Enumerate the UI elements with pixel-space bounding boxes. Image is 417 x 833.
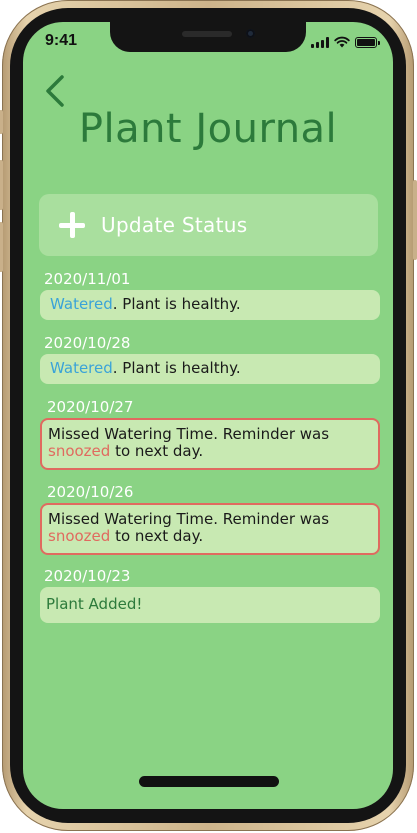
entry-date: 2020/10/26 — [47, 483, 134, 501]
volume-up-button — [0, 160, 3, 210]
entry-text: Missed Watering Time. Reminder was — [48, 425, 330, 443]
journal-entry[interactable]: Watered. Plant is healthy. — [40, 354, 380, 384]
front-camera — [246, 29, 255, 38]
mute-switch — [0, 110, 3, 134]
speaker-grille — [182, 31, 232, 37]
entry-date: 2020/11/01 — [44, 270, 131, 288]
status-keyword: Watered — [50, 295, 113, 313]
journal-entry[interactable]: Plant Added! — [40, 587, 380, 623]
entry-date: 2020/10/27 — [47, 398, 134, 416]
journal-entry-alert[interactable]: Missed Watering Time. Reminder was snooz… — [40, 418, 380, 470]
page-title: Plant Journal — [78, 106, 338, 152]
entry-text: Missed Watering Time. Reminder was — [48, 510, 330, 528]
status-icons — [311, 36, 380, 48]
device-notch — [110, 22, 306, 52]
entry-text: . Plant is healthy. — [112, 359, 241, 377]
chevron-left-icon[interactable] — [43, 74, 67, 108]
cellular-signal-icon — [311, 37, 329, 48]
update-status-button[interactable]: Update Status — [39, 194, 378, 256]
status-time: 9:41 — [45, 32, 78, 49]
entry-date: 2020/10/28 — [44, 334, 131, 352]
app-screen: 9:41 Plant Journal Update Status 2020/11… — [23, 22, 393, 809]
battery-icon — [355, 37, 380, 48]
status-keyword: snoozed — [48, 442, 111, 460]
entry-text: Plant Added! — [46, 595, 143, 613]
plus-icon — [59, 212, 85, 238]
entry-text: . Plant is healthy. — [112, 295, 241, 313]
status-keyword: Watered — [50, 359, 113, 377]
volume-down-button — [0, 222, 3, 272]
entry-date: 2020/10/23 — [44, 567, 131, 585]
update-status-label: Update Status — [101, 213, 248, 237]
status-keyword: snoozed — [48, 527, 111, 545]
entry-text-suffix: to next day. — [110, 527, 204, 545]
side-button — [413, 180, 417, 260]
wifi-icon — [334, 36, 350, 48]
journal-entry-alert[interactable]: Missed Watering Time. Reminder was snooz… — [40, 503, 380, 555]
entry-text-suffix: to next day. — [110, 442, 204, 460]
home-indicator[interactable] — [139, 776, 279, 787]
journal-entry[interactable]: Watered. Plant is healthy. — [40, 290, 380, 320]
